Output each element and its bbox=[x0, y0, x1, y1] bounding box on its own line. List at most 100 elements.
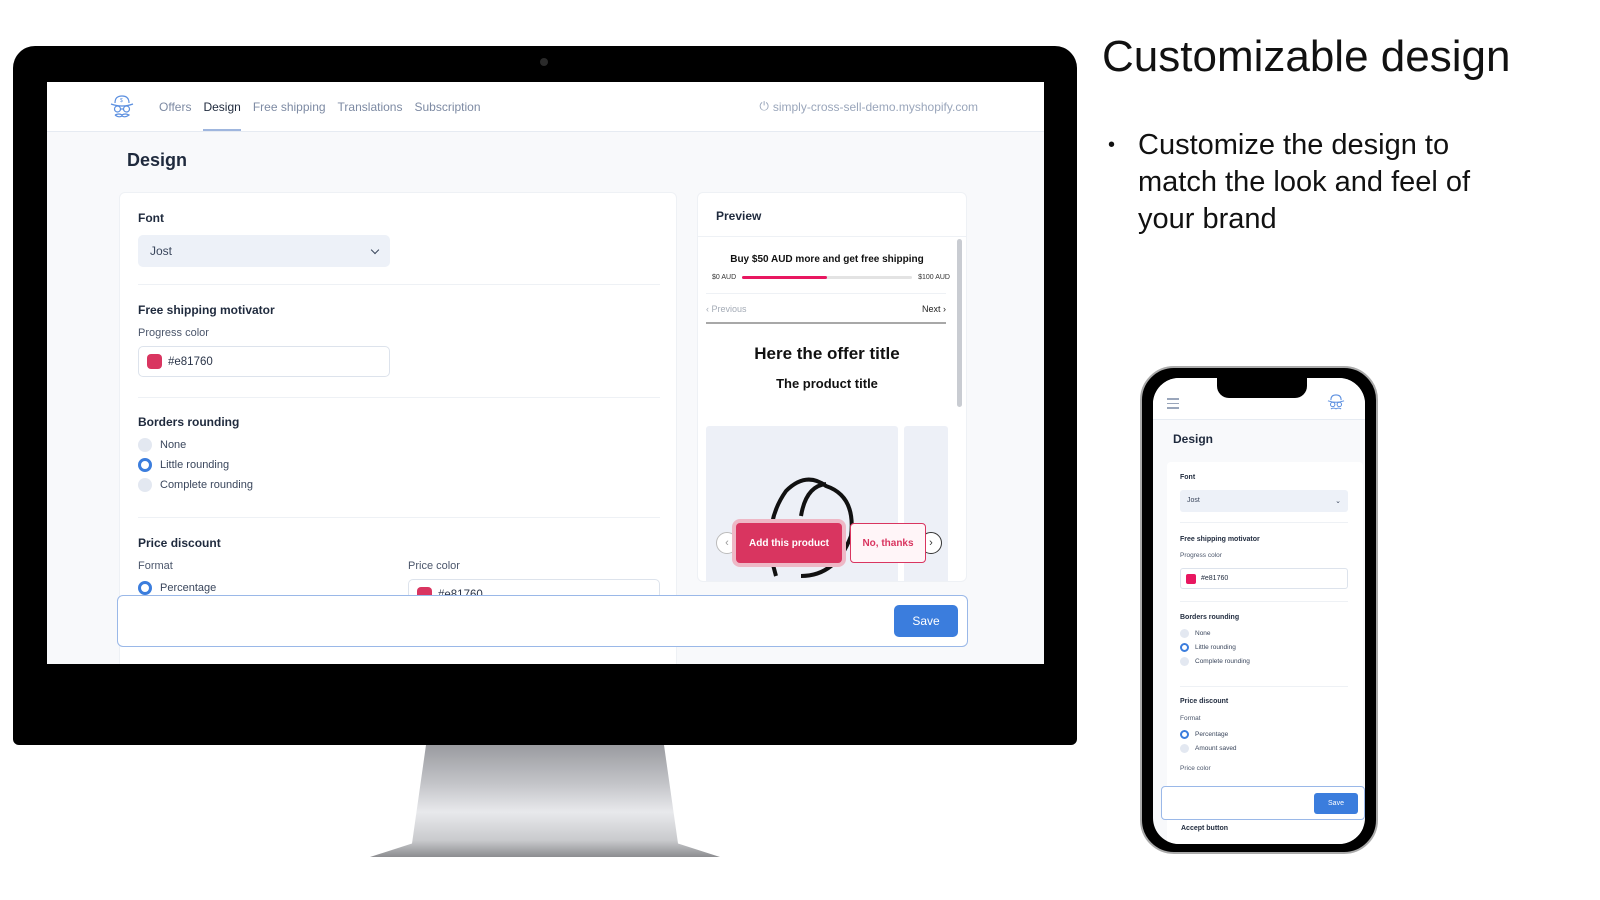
desktop-monitor-frame: $ Offers Design Free shipping Translations S… bbox=[13, 46, 1077, 745]
monitor-stand bbox=[370, 745, 720, 857]
radio-button[interactable] bbox=[138, 478, 152, 492]
power-icon: ⏻ bbox=[759, 99, 769, 113]
carousel-prev-arrow-icon[interactable]: ‹ bbox=[716, 532, 738, 554]
product-title: The product title bbox=[776, 376, 878, 391]
free-shipping-section: Free shipping motivator Progress color #… bbox=[138, 303, 660, 377]
borders-radio-option[interactable]: Complete rounding bbox=[138, 475, 660, 495]
pager-underline bbox=[706, 322, 946, 324]
offer-pager: ‹ Previous Next › bbox=[706, 293, 946, 314]
spy-hat-logo-icon[interactable] bbox=[1325, 392, 1347, 414]
progress-track bbox=[742, 276, 913, 279]
progress-fill bbox=[742, 276, 828, 279]
top-navigation: $ Offers Design Free shipping Translations S… bbox=[47, 82, 1044, 132]
bullet-text: Customize the design to match the look a… bbox=[1138, 129, 1471, 235]
tab-design[interactable]: Design bbox=[203, 84, 242, 131]
design-settings-card: Font Jost Free shipping motivator Progre… bbox=[119, 192, 677, 664]
shop-domain-link[interactable]: ⏻ simply-cross-sell-demo.myshopify.com bbox=[759, 99, 978, 114]
no-thanks-button[interactable]: No, thanks bbox=[850, 523, 926, 563]
font-title: Font bbox=[138, 211, 164, 225]
mobile-radio-option[interactable]: Amount saved bbox=[1180, 744, 1237, 753]
divider bbox=[138, 284, 660, 285]
tab-subscription[interactable]: Subscription bbox=[414, 84, 480, 130]
mobile-radio-option[interactable]: Little rounding bbox=[1180, 643, 1236, 652]
tab-free-shipping[interactable]: Free shipping bbox=[253, 84, 326, 130]
preview-widget: Buy $50 AUD more and get free shipping $… bbox=[698, 238, 956, 581]
radio-label: None bbox=[160, 439, 187, 451]
camera-dot bbox=[540, 58, 548, 66]
next-label: Next bbox=[921, 304, 941, 314]
mobile-save-button[interactable]: Save bbox=[1314, 793, 1358, 814]
progress-color-label: Progress color bbox=[138, 327, 209, 339]
radio-selected[interactable] bbox=[138, 581, 152, 595]
radio-label: Complete rounding bbox=[1195, 658, 1250, 665]
next-button[interactable]: Next › bbox=[922, 304, 946, 314]
divider bbox=[1180, 601, 1348, 602]
radio-button[interactable] bbox=[1180, 744, 1189, 753]
mobile-format-label: Format bbox=[1180, 715, 1201, 722]
phone-frame: Design Font Jost ⌄ Free shipping motivato… bbox=[1140, 366, 1378, 854]
mobile-color-swatch[interactable] bbox=[1186, 574, 1196, 584]
font-select[interactable]: Jost bbox=[138, 235, 390, 267]
progress-color-input[interactable]: #e81760 bbox=[138, 346, 390, 377]
borders-section: Borders rounding None Little rounding Comp… bbox=[138, 415, 660, 495]
preview-card: Preview Buy $50 AUD more and get free sh… bbox=[697, 192, 967, 582]
mobile-accept-button-title: Accept button bbox=[1181, 825, 1229, 832]
svg-text:$: $ bbox=[120, 98, 123, 104]
borders-radio-option[interactable]: Little rounding bbox=[138, 455, 660, 475]
mobile-radio-option[interactable]: Complete rounding bbox=[1180, 657, 1250, 666]
add-product-button[interactable]: Add this product bbox=[736, 523, 842, 563]
price-color-label: Price color bbox=[408, 560, 460, 572]
radio-button[interactable] bbox=[1180, 629, 1189, 638]
radio-button[interactable] bbox=[1180, 730, 1189, 739]
radio-label: Complete rounding bbox=[160, 479, 253, 491]
font-section: Font Jost bbox=[138, 211, 660, 267]
progress-color-value: #e81760 bbox=[168, 355, 213, 368]
divider bbox=[138, 517, 660, 518]
mobile-progress-color-label: Progress color bbox=[1180, 552, 1222, 559]
borders-title: Borders rounding bbox=[138, 415, 240, 429]
borders-radio-group: None Little rounding Complete rounding bbox=[138, 435, 660, 495]
phone-notch bbox=[1217, 378, 1307, 398]
previous-label: Previous bbox=[711, 304, 747, 314]
progress-color-swatch[interactable] bbox=[147, 354, 162, 369]
bullet-dot-icon: • bbox=[1108, 134, 1116, 156]
tab-translations[interactable]: Translations bbox=[338, 84, 403, 130]
radio-label: None bbox=[1195, 630, 1211, 637]
nav-tabs: Offers Design Free shipping Translations Sub… bbox=[159, 84, 481, 131]
format-option-label: Percentage bbox=[160, 582, 217, 594]
previous-button[interactable]: ‹ Previous bbox=[706, 304, 747, 314]
mobile-progress-color-input[interactable]: #e81760 bbox=[1180, 568, 1348, 589]
tab-offers[interactable]: Offers bbox=[159, 84, 191, 130]
spy-hat-logo-icon[interactable]: $ bbox=[107, 92, 137, 122]
radio-button[interactable] bbox=[138, 458, 152, 472]
borders-radio-option[interactable]: None bbox=[138, 435, 660, 455]
save-button[interactable]: Save bbox=[894, 605, 958, 637]
price-discount-title: Price discount bbox=[138, 536, 221, 550]
free-shipping-title: Free shipping motivator bbox=[138, 303, 275, 317]
mobile-save-bar: Save bbox=[1161, 786, 1365, 820]
preview-scrollbar[interactable] bbox=[957, 239, 962, 407]
mobile-app-screen: Design Font Jost ⌄ Free shipping motivato… bbox=[1153, 378, 1365, 844]
radio-label: Little rounding bbox=[160, 459, 230, 471]
mobile-font-select[interactable]: Jost ⌄ bbox=[1180, 490, 1348, 512]
divider bbox=[1180, 686, 1348, 687]
page-title: Design bbox=[127, 150, 188, 170]
preview-title: Preview bbox=[698, 193, 966, 237]
progress-min-label: $0 AUD bbox=[712, 274, 737, 281]
chevron-down-icon bbox=[370, 245, 380, 254]
mobile-price-discount-title: Price discount bbox=[1180, 698, 1229, 705]
save-bar: Save bbox=[117, 595, 968, 647]
shipping-message: Buy $50 AUD more and get free shipping bbox=[730, 254, 924, 265]
mobile-borders-title: Borders rounding bbox=[1180, 614, 1240, 621]
radio-button[interactable] bbox=[138, 438, 152, 452]
divider bbox=[1180, 522, 1348, 523]
hamburger-menu-icon[interactable] bbox=[1167, 398, 1179, 412]
mobile-font-title: Font bbox=[1180, 474, 1196, 481]
headline: Customizable design bbox=[1102, 32, 1511, 81]
shop-domain-text: simply-cross-sell-demo.myshopify.com bbox=[772, 99, 978, 114]
radio-button[interactable] bbox=[1180, 657, 1189, 666]
bullet-list: • Customize the design to match the look… bbox=[1108, 127, 1528, 238]
radio-button[interactable] bbox=[1180, 643, 1189, 652]
mobile-radio-option[interactable]: Percentage bbox=[1180, 730, 1228, 739]
mobile-radio-option[interactable]: None bbox=[1180, 629, 1211, 638]
